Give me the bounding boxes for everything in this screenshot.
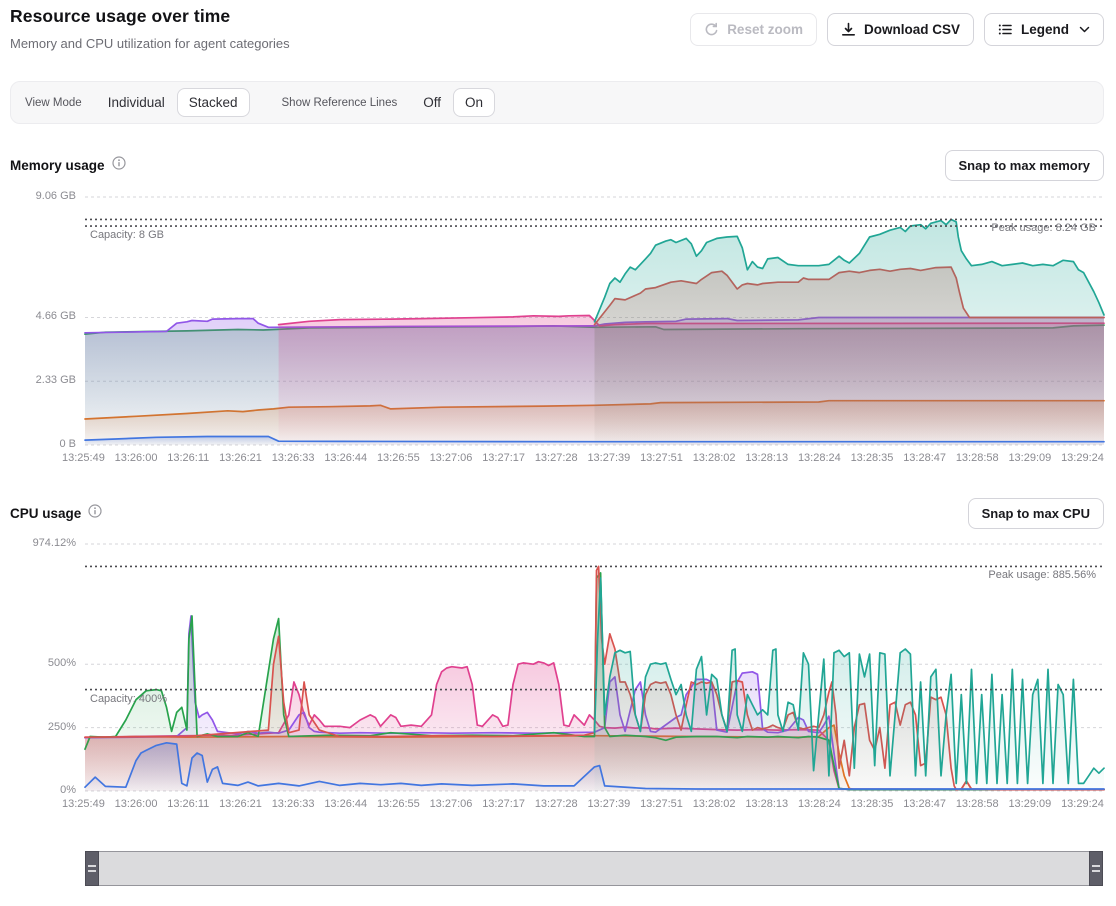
x-axis-tick-label: 13:27:06 [430, 798, 473, 810]
memory-x-axis: 13:25:49 13:26:00 13:26:11 13:26:21 13:26:33… [62, 452, 1104, 464]
brush-right-handle[interactable] [1089, 851, 1103, 886]
x-axis-tick-label: 13:29:09 [1008, 798, 1051, 810]
resource-usage-page: Resource usage over time Memory and CPU … [0, 0, 1116, 906]
series-area-teal [595, 578, 1105, 791]
reference-line-label: Peak usage: 8.24 GB [991, 222, 1096, 234]
info-icon [112, 156, 126, 175]
y-axis-tick-label: 250% [6, 721, 76, 733]
x-axis-tick-label: 13:25:49 [62, 452, 105, 464]
snap-to-max-cpu-button[interactable]: Snap to max CPU [968, 498, 1104, 529]
download-icon [841, 22, 856, 37]
x-axis-tick-label: 13:27:28 [535, 798, 578, 810]
x-axis-tick-label: 13:28:47 [903, 452, 946, 464]
x-axis-tick-label: 13:26:11 [167, 798, 209, 810]
x-axis-tick-label: 13:27:06 [430, 452, 473, 464]
x-axis-tick-label: 13:26:00 [115, 798, 158, 810]
view-mode-individual-button[interactable]: Individual [96, 88, 177, 117]
cpu-x-axis: 13:25:49 13:26:00 13:26:11 13:26:21 13:26:33… [62, 798, 1104, 810]
x-axis-tick-label: 13:27:39 [587, 452, 630, 464]
y-axis-tick-label: 9.06 GB [6, 190, 76, 202]
x-axis-tick-label: 13:29:24 [1061, 798, 1104, 810]
reset-zoom-label: Reset zoom [727, 22, 803, 37]
cpu-chart[interactable]: 13:25:4913:26:0013:26:1113:26:2113:26:33… [85, 539, 1104, 791]
snap-to-max-memory-button[interactable]: Snap to max memory [945, 150, 1105, 181]
reference-line-label: Peak usage: 885.56% [988, 569, 1096, 581]
x-axis-tick-label: 13:28:02 [693, 452, 736, 464]
x-axis-tick-label: 13:26:44 [324, 798, 367, 810]
x-axis-tick-label: 13:28:35 [851, 798, 894, 810]
x-axis-tick-label: 13:27:51 [640, 452, 683, 464]
reference-lines-on-button[interactable]: On [453, 88, 495, 117]
y-axis-tick-label: 500% [6, 657, 76, 669]
memory-chart[interactable]: 13:25:4913:26:0013:26:1113:26:2113:26:33… [85, 192, 1104, 445]
x-axis-tick-label: 13:27:51 [640, 798, 683, 810]
x-axis-tick-label: 13:28:58 [956, 452, 999, 464]
x-axis-tick-label: 13:26:55 [377, 452, 420, 464]
x-axis-tick-label: 13:26:44 [324, 452, 367, 464]
x-axis-tick-label: 13:28:24 [798, 452, 841, 464]
memory-section-header: Memory usage Snap to max memory [10, 150, 1104, 181]
reference-line-label: Capacity: 400% [90, 693, 167, 705]
time-range-scrollbar[interactable] [85, 851, 1103, 886]
x-axis-tick-label: 13:26:21 [219, 452, 262, 464]
x-axis-tick-label: 13:28:47 [903, 798, 946, 810]
y-axis-tick-label: 2.33 GB [6, 374, 76, 386]
x-axis-tick-label: 13:28:13 [745, 452, 788, 464]
x-axis-tick-label: 13:28:13 [745, 798, 788, 810]
x-axis-tick-label: 13:26:00 [115, 452, 158, 464]
x-axis-tick-label: 13:26:21 [219, 798, 262, 810]
x-axis-tick-label: 13:28:58 [956, 798, 999, 810]
view-controls-bar: View Mode Individual Stacked Show Refere… [10, 81, 1104, 124]
x-axis-tick-label: 13:28:35 [851, 452, 894, 464]
x-axis-tick-label: 13:27:28 [535, 452, 578, 464]
legend-label: Legend [1021, 22, 1069, 37]
x-axis-tick-label: 13:29:09 [1008, 452, 1051, 464]
x-axis-tick-label: 13:27:17 [482, 452, 525, 464]
x-axis-tick-label: 13:27:39 [587, 798, 630, 810]
y-axis-tick-label: 0 B [6, 438, 76, 450]
reset-zoom-button[interactable]: Reset zoom [690, 13, 817, 46]
cpu-chart-plot[interactable] [85, 539, 1104, 791]
y-axis-tick-label: 0% [6, 784, 76, 796]
cpu-section-header: CPU usage Snap to max CPU [10, 498, 1104, 529]
page-subtitle: Memory and CPU utilization for agent cat… [10, 36, 290, 51]
view-mode-label: View Mode [25, 97, 82, 109]
list-icon [998, 22, 1013, 37]
reference-lines-off-button[interactable]: Off [411, 88, 453, 117]
x-axis-tick-label: 13:26:33 [272, 452, 315, 464]
x-axis-tick-label: 13:28:24 [798, 798, 841, 810]
x-axis-tick-label: 13:28:02 [693, 798, 736, 810]
download-csv-label: Download CSV [864, 22, 960, 37]
refresh-icon [704, 22, 719, 37]
x-axis-tick-label: 13:29:24 [1061, 452, 1104, 464]
download-csv-button[interactable]: Download CSV [827, 13, 974, 46]
y-axis-tick-label: 974.12% [6, 537, 76, 549]
legend-button[interactable]: Legend [984, 13, 1104, 46]
reference-line-label: Capacity: 8 GB [90, 229, 164, 241]
x-axis-tick-label: 13:26:11 [167, 452, 209, 464]
toolbar: Reset zoom Download CSV Legend [690, 13, 1104, 46]
chevron-down-icon [1079, 26, 1090, 33]
view-mode-stacked-button[interactable]: Stacked [177, 88, 250, 117]
memory-chart-plot[interactable] [85, 192, 1104, 445]
page-title: Resource usage over time [10, 6, 230, 27]
cpu-section-title: CPU usage [10, 506, 81, 521]
brush-left-handle[interactable] [85, 851, 99, 886]
x-axis-tick-label: 13:25:49 [62, 798, 105, 810]
series-area-teal [595, 220, 1105, 446]
memory-section-title: Memory usage [10, 158, 105, 173]
info-icon [88, 504, 102, 523]
x-axis-tick-label: 13:26:55 [377, 798, 420, 810]
y-axis-tick-label: 4.66 GB [6, 310, 76, 322]
reference-lines-label: Show Reference Lines [282, 97, 398, 109]
x-axis-tick-label: 13:26:33 [272, 798, 315, 810]
x-axis-tick-label: 13:27:17 [482, 798, 525, 810]
